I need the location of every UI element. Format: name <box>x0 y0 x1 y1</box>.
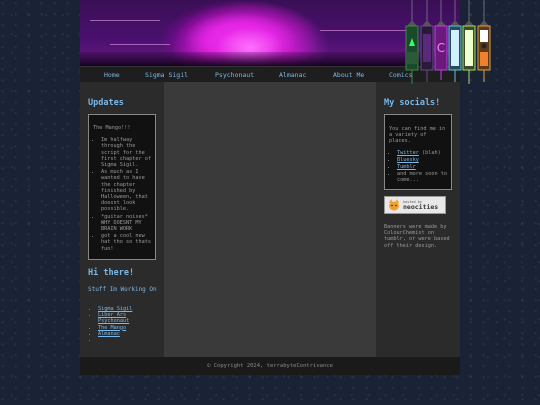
project-link[interactable]: Liber Ars Psychonaut <box>98 312 129 324</box>
nav-sigma-sigil[interactable]: Sigma Sigil <box>145 71 188 79</box>
socials-list: Twitter (blah) Bluesky Tumblr and more s… <box>389 150 448 184</box>
list-item: Twitter (blah) <box>397 150 448 156</box>
updates-list: Im halfway through the script for the fi… <box>93 137 152 252</box>
list-item: Im halfway through the script for the fi… <box>101 137 152 168</box>
list-item: As much as I wanted to have the chapter … <box>101 169 152 212</box>
neo-big: neocities <box>403 202 439 211</box>
socials-heading: My socials! <box>384 98 441 108</box>
working-heading: Stuff Im Working On <box>88 286 157 293</box>
charm-purple <box>420 20 434 82</box>
footer: © Copyright 2024, terrabyteContrivance <box>80 357 460 375</box>
updates-heading: Updates <box>88 98 124 108</box>
list-item: Tumblr <box>397 164 448 170</box>
left-sidebar: Updates The Mango!!! Im halfway through … <box>80 82 164 357</box>
charm-magenta: C <box>434 20 448 80</box>
list-item: *guitar noises* WHY DOESNT MY BRAIN WORK <box>101 214 152 233</box>
project-link[interactable]: Almanac <box>98 331 120 337</box>
list-item: Liber Ars Psychonaut <box>98 312 160 324</box>
tumblr-link[interactable]: Tumblr <box>397 164 416 170</box>
socials-box: You can find me in a variety of places. … <box>384 114 452 190</box>
main-content <box>164 82 376 357</box>
updates-box: The Mango!!! Im halfway through the scri… <box>88 114 156 260</box>
banner-credit: Banners were made by ColourChemist on tu… <box>384 224 450 249</box>
neocities-badge[interactable]: hosted by neocities <box>384 196 446 214</box>
svg-text:C: C <box>437 41 445 55</box>
charm-orange <box>477 20 491 82</box>
list-item <box>98 337 160 343</box>
right-sidebar: My socials! You can find me in a variety… <box>376 82 460 357</box>
nav-psychonaut[interactable]: Psychonaut <box>215 71 254 79</box>
project-link[interactable]: The Mango <box>98 325 126 331</box>
hi-heading: Hi there! <box>88 268 135 278</box>
social-note: (blah) <box>418 149 441 156</box>
hanging-charms: C <box>405 0 491 84</box>
neocities-cat-icon <box>389 199 399 211</box>
list-item: Bluesky <box>397 157 448 163</box>
nav-home[interactable]: Home <box>104 71 120 79</box>
bluesky-link[interactable]: Bluesky <box>397 157 419 163</box>
light-streak <box>110 44 170 45</box>
list-item: got a cool new hat tho so thats fun! <box>101 233 152 252</box>
list-item: and more soon to come... <box>397 171 448 183</box>
socials-intro: You can find me in a variety of places. <box>389 126 446 145</box>
charm-cyan <box>448 20 462 82</box>
nav-almanac[interactable]: Almanac <box>279 71 306 79</box>
charm-lime <box>462 20 476 84</box>
light-streak <box>90 20 160 21</box>
twitter-link[interactable]: Twitter <box>397 150 419 156</box>
projects: Sigma Sigil Liber Ars Psychonaut The Man… <box>90 306 160 343</box>
nav-about-me[interactable]: About Me <box>333 71 364 79</box>
updates-title: The Mango!!! <box>93 125 131 131</box>
project-link[interactable]: Sigma Sigil <box>98 306 132 312</box>
charm-green <box>405 20 419 84</box>
light-streak <box>320 30 410 31</box>
